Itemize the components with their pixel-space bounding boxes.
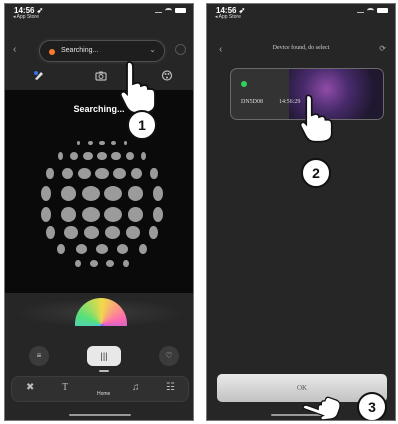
globe-light-dot — [139, 243, 147, 255]
globe-light-dot — [76, 140, 80, 146]
camera-icon[interactable] — [95, 70, 107, 81]
tap-hand-icon — [299, 94, 333, 143]
font-icon[interactable]: T — [62, 382, 68, 393]
device-time: 14:56:29 — [279, 99, 301, 105]
power-icon[interactable] — [175, 44, 186, 55]
status-bar: 14:56 ➶ ◂ App Store — [207, 4, 395, 22]
signal-icon — [357, 8, 364, 13]
globe-light-dot — [87, 140, 93, 146]
screen-searching: 14:56 ➶ ◂ App Store ‹ Searching... ⌄ Sea… — [4, 3, 194, 421]
color-orb[interactable] — [75, 298, 127, 326]
bottom-nav: ✖ T Home ♫ ☷ — [11, 376, 189, 402]
status-icons — [155, 8, 186, 13]
globe-light-dot — [81, 206, 100, 222]
globe-light-dot — [127, 206, 144, 222]
music-icon[interactable]: ♫ — [132, 382, 140, 393]
page-indicator — [99, 370, 109, 372]
back-to-app-store-link[interactable]: ◂ App Store — [13, 14, 39, 20]
globe-light-dot — [95, 167, 109, 180]
signal-icon — [155, 8, 162, 13]
step-badge: 3 — [357, 392, 387, 420]
globe-light-dot — [60, 206, 77, 222]
refresh-icon[interactable]: ⟳ — [379, 44, 386, 53]
heart-icon[interactable]: ♡ — [159, 346, 179, 366]
battery-icon — [377, 8, 388, 13]
found-indicator — [241, 81, 247, 87]
searching-indicator — [49, 49, 55, 55]
globe-light-dot — [112, 167, 127, 180]
globe-light-dot — [46, 167, 54, 180]
chevron-down-icon: ⌄ — [149, 45, 156, 54]
device-selector-value: Searching... — [61, 47, 99, 54]
nav-home-label[interactable]: Home — [97, 391, 110, 397]
battery-icon — [175, 8, 186, 13]
globe-light-dot — [40, 206, 51, 222]
device-selector[interactable]: Searching... ⌄ — [39, 40, 165, 62]
back-to-app-store-link[interactable]: ◂ App Store — [215, 14, 241, 20]
globe-light-dot — [149, 226, 158, 239]
globe-light-dot — [152, 206, 164, 222]
globe-light-dot — [104, 206, 123, 222]
back-icon[interactable]: ‹ — [13, 44, 16, 55]
globe-light-dot — [61, 167, 74, 180]
equalizer-icon[interactable]: ⁠||⁠| — [87, 346, 121, 366]
wifi-icon — [165, 8, 172, 13]
globe-light-dot — [84, 226, 100, 239]
globe-light-dot — [64, 226, 78, 239]
status-icons — [357, 8, 388, 13]
step-badge: 1 — [127, 110, 157, 140]
globe-light-dot — [81, 186, 100, 202]
menu-icon[interactable]: ≡ — [29, 346, 49, 366]
globe-light-dot — [74, 260, 81, 268]
home-indicator — [69, 414, 131, 416]
step-badge: 2 — [301, 158, 331, 188]
palette-nav-icon[interactable]: ✖ — [26, 382, 34, 393]
device-id: DN5D08 — [241, 99, 263, 105]
globe-light-dot — [126, 226, 140, 239]
globe-light-dot — [46, 226, 55, 239]
wifi-icon — [367, 8, 374, 13]
page-title: Device found, do select — [272, 45, 330, 51]
tap-hand-icon — [119, 61, 156, 114]
palette-icon[interactable] — [33, 70, 45, 81]
globe-light-dot — [104, 226, 120, 239]
screen-device-found: 14:56 ➶ ◂ App Store ‹ Device found, do s… — [206, 3, 396, 421]
settings-icon[interactable]: ☷ — [166, 382, 175, 393]
searching-status: Searching... — [73, 104, 125, 114]
globe-light-dot — [99, 140, 105, 146]
status-bar: 14:56 ➶ ◂ App Store — [5, 4, 193, 22]
globe-light-dot — [150, 167, 158, 180]
globe-light-dot — [57, 243, 65, 255]
